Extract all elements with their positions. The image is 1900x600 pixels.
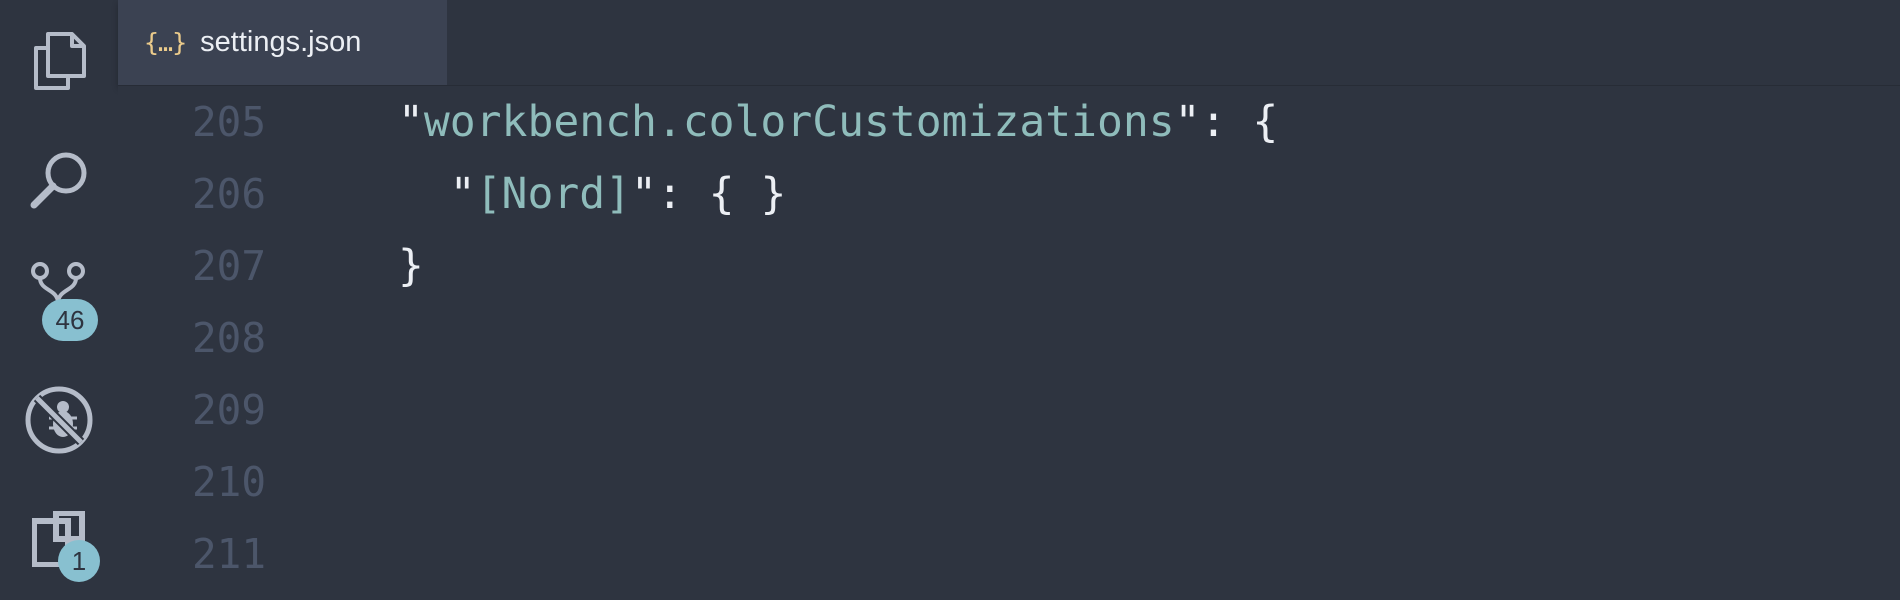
search-button[interactable] [0, 125, 118, 235]
json-key: workbench.colorCustomizations [423, 97, 1175, 147]
code-line: 209 [118, 374, 1900, 446]
code-line: 207 } [118, 230, 1900, 302]
line-number: 207 [192, 242, 267, 290]
search-icon [28, 149, 90, 211]
editor-window: 46 1 {…} settings.json 205 "workbench.co… [0, 0, 1900, 600]
code-line: 208 [118, 302, 1900, 374]
json-key: [Nord] [475, 169, 632, 219]
tab-label: settings.json [200, 26, 362, 58]
tab-settings-json[interactable]: {…} settings.json [118, 0, 447, 85]
files-icon [32, 30, 86, 90]
code-editor[interactable]: 205 "workbench.colorCustomizations": { 2… [118, 86, 1900, 600]
source-control-badge: 46 [42, 299, 98, 341]
line-number: 208 [192, 314, 267, 362]
line-number: 211 [192, 530, 267, 578]
line-content: "workbench.colorCustomizations": { [398, 97, 1279, 147]
line-number: 210 [192, 458, 267, 506]
json-file-icon: {…} [144, 28, 187, 57]
tab-strip: {…} settings.json [118, 0, 1900, 86]
activity-bar: 46 1 [0, 0, 118, 600]
debug-button[interactable] [0, 365, 118, 475]
code-line: 206 "[Nord]": { } [118, 158, 1900, 230]
line-content: "[Nord]": { } [449, 169, 787, 219]
extensions-button[interactable]: 1 [0, 485, 118, 595]
source-control-button[interactable]: 46 [0, 235, 118, 345]
code-line: 205 "workbench.colorCustomizations": { [118, 86, 1900, 158]
line-number: 206 [192, 170, 267, 218]
explorer-button[interactable] [0, 5, 118, 115]
line-number: 205 [192, 98, 267, 146]
no-bug-icon [23, 384, 95, 456]
line-number: 209 [192, 386, 267, 434]
code-line: 211 [118, 518, 1900, 590]
extensions-badge: 1 [58, 540, 100, 582]
code-line: 210 [118, 446, 1900, 518]
line-content: } [398, 241, 424, 291]
